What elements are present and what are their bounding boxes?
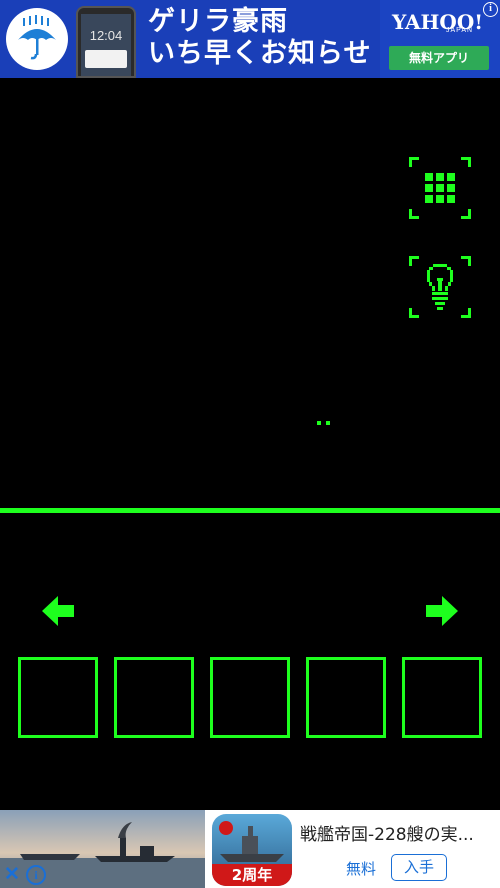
- lightbulb-icon: [409, 256, 471, 318]
- bottom-ad-banner[interactable]: 2周年 戦艦帝国-228艘の実... 無料 入手 ✕ i: [0, 810, 500, 888]
- inventory-slot-3[interactable]: [210, 657, 290, 738]
- price-label: 無料: [346, 860, 377, 878]
- install-button[interactable]: 入手: [391, 854, 447, 881]
- top-ad-banner[interactable]: 12:04 ゲリラ豪雨 いち早くお知らせ YAHOO! JAPAN 無料アプリ …: [0, 0, 500, 78]
- menu-grid-button[interactable]: [409, 157, 471, 219]
- app-icon[interactable]: 2周年: [212, 814, 292, 886]
- umbrella-rain-icon: [6, 8, 68, 70]
- divider-line: [0, 508, 500, 513]
- arrow-left-icon: [42, 596, 74, 626]
- ad-headline-line1: ゲリラ豪雨: [148, 6, 288, 37]
- free-app-button[interactable]: 無料アプリ: [389, 46, 489, 70]
- phone-illustration: 12:04: [76, 6, 136, 78]
- inventory-slot-2[interactable]: [114, 657, 194, 738]
- app-title: 戦艦帝国-228艘の実...: [300, 825, 474, 845]
- inventory-slot-4[interactable]: [306, 657, 386, 738]
- inventory-bar: [18, 657, 482, 738]
- inventory-slot-1[interactable]: [18, 657, 98, 738]
- close-icon[interactable]: ✕: [2, 864, 22, 886]
- arrow-right-icon: [426, 596, 458, 626]
- phone-notification: [85, 50, 127, 68]
- brand-sub: JAPAN: [446, 27, 474, 34]
- adchoices-info-icon[interactable]: i: [26, 865, 46, 885]
- hint-button[interactable]: [409, 256, 471, 318]
- nav-right-button[interactable]: [424, 595, 460, 627]
- clue-dots[interactable]: [317, 421, 331, 426]
- info-icon[interactable]: i: [483, 2, 498, 17]
- anniversary-badge: 2周年: [212, 864, 292, 886]
- phone-clock: 12:04: [89, 28, 123, 43]
- nav-left-button[interactable]: [40, 595, 76, 627]
- inventory-slot-5[interactable]: [402, 657, 482, 738]
- grid-icon: [409, 157, 471, 219]
- ad-headline: ゲリラ豪雨 いち早くお知らせ: [148, 6, 371, 70]
- ad-headline-line2: いち早くお知らせ: [148, 38, 372, 69]
